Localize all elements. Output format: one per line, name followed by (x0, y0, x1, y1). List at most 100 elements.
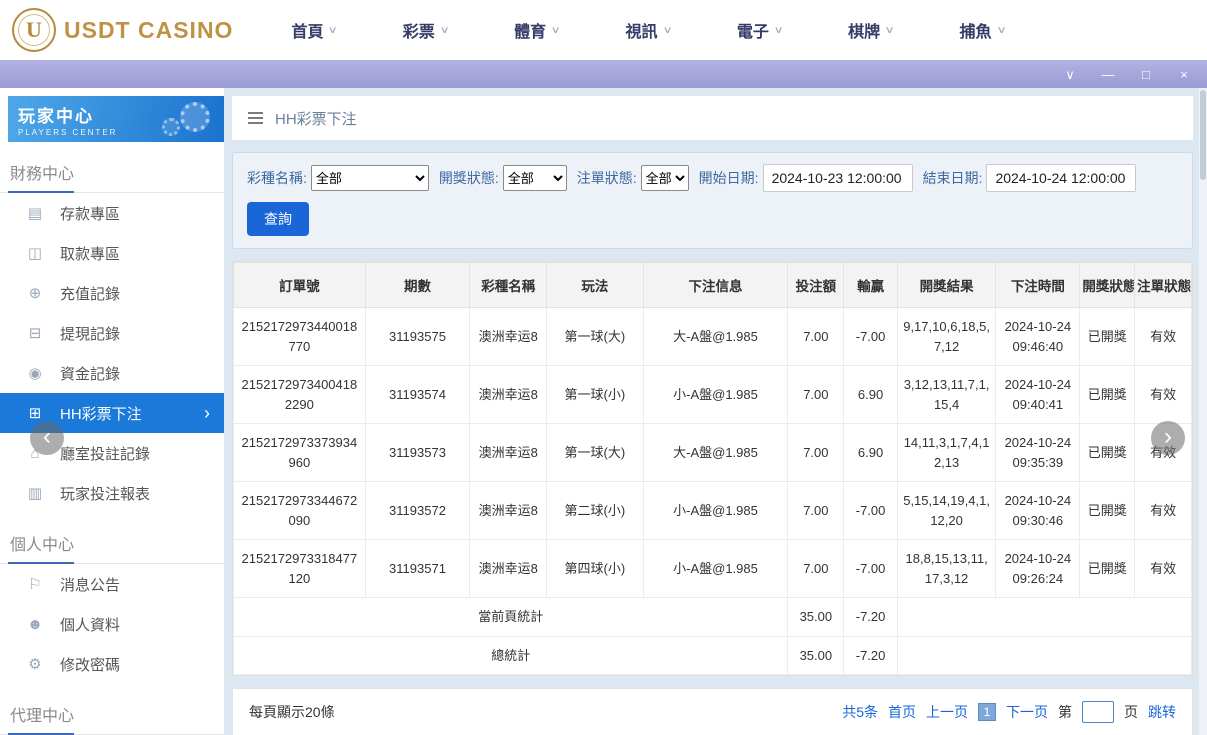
sidebar-item-label: 消息公告 (60, 576, 121, 594)
sidebar-item-label: 資金記錄 (60, 365, 121, 383)
cell-lottery: 澳洲幸运8 (469, 481, 548, 540)
cell-result: 3,12,13,11,7,1,15,4 (896, 365, 997, 424)
carousel-left-arrow-icon[interactable]: ‹ (30, 421, 64, 455)
end-date-input[interactable] (986, 164, 1137, 192)
draw-status-select[interactable]: 全部 (502, 165, 567, 191)
nav-item-electronic[interactable]: 電子 ∨ (736, 18, 784, 42)
deposit-card-icon: ▤ (27, 205, 43, 222)
nav-item-video[interactable]: 視訊 ∨ (625, 18, 673, 42)
jump-page-input[interactable] (1082, 701, 1114, 723)
gear-icon: ⚙ (28, 656, 42, 673)
sidebar-item-withdraw[interactable]: ◫ 取款專區 (0, 233, 224, 273)
column-header: 開獎狀態 (1079, 262, 1136, 308)
logo-text: USDT CASINO (64, 16, 234, 43)
sidebar-item-announcements[interactable]: ⚐ 消息公告 (0, 564, 224, 604)
current-page-button[interactable]: 1 (978, 703, 996, 721)
cell-order: 2152172973373934960 (233, 423, 366, 482)
summary-empty (896, 635, 1193, 675)
sidebar-item-profile[interactable]: ☻ 個人資料 (0, 604, 224, 644)
cell-play: 第二球(小) (546, 481, 644, 540)
summary-label: 總統計 (232, 635, 789, 675)
column-header: 注單狀態 (1134, 262, 1192, 308)
sidebar: 玩家中心 PLAYERS CENTER 財務中心 ▤ 存款專區 ◫ 取款專區 ⊕ 充值記錄 ⊟… (0, 88, 224, 735)
chevron-down-icon: ∨ (884, 24, 895, 36)
chevron-right-icon: › (204, 402, 210, 423)
summary-amount: 35.00 (787, 635, 845, 675)
lottery-name-select[interactable]: 全部 (310, 165, 429, 191)
nav-item-chess[interactable]: 棋牌 ∨ (848, 18, 895, 42)
lottery-bet-icon: ⊞ (28, 405, 42, 422)
start-date-input[interactable] (762, 164, 913, 192)
minimize-icon[interactable]: — (1101, 68, 1115, 81)
cell-draw_status: 已開獎 (1079, 481, 1136, 540)
cell-result: 9,17,10,6,18,5,7,12 (896, 307, 997, 366)
cell-lottery: 澳洲幸运8 (469, 423, 548, 482)
sidebar-item-change-password[interactable]: ⚙ 修改密碼 (0, 644, 224, 684)
sidebar-item-fund-records[interactable]: ◉ 資金記錄 (0, 353, 224, 393)
sidebar-item-cashout-records[interactable]: ⊟ 提現記錄 (0, 313, 224, 353)
sidebar-section-finance[interactable]: 財務中心 (0, 152, 224, 193)
chevron-down-icon: ∨ (662, 24, 673, 36)
cell-order: 21521729734004182290 (233, 365, 366, 424)
jump-suffix-label: 页 (1124, 704, 1138, 720)
bets-table-wrapper: 訂單號 期數 彩種名稱 玩法 下注信息 投注額 輸贏 開獎結果 下注時間 開獎狀態 注單狀態 215… (232, 261, 1193, 676)
chevron-down-icon: ∨ (996, 24, 1007, 36)
jump-button[interactable]: 跳转 (1148, 702, 1176, 722)
cell-lottery: 澳洲幸运8 (469, 307, 548, 366)
first-page-link[interactable]: 首页 (888, 702, 916, 722)
sidebar-item-player-bet-report[interactable]: ▥ 玩家投注報表 (0, 473, 224, 513)
column-header: 投注額 (787, 262, 845, 308)
table-footer: 每頁顯示20條 共5条 首页 上一页 1 下一页 第 页 跳转 (232, 688, 1193, 735)
chevron-down-icon: ∨ (439, 24, 450, 36)
user-icon: ☻ (27, 615, 43, 633)
cell-bet: 大-A盤@1.985 (642, 423, 789, 482)
total-count: 共5条 (842, 704, 878, 720)
column-header: 期數 (364, 262, 471, 308)
cell-order_status: 有效 (1134, 307, 1192, 366)
cell-period: 31193575 (364, 307, 471, 366)
sidebar-item-deposit[interactable]: ▤ 存款專區 (0, 193, 224, 233)
nav-item-fishing[interactable]: 捕魚 ∨ (960, 18, 1007, 42)
summary-winloss: -7.20 (843, 597, 898, 637)
breadcrumb-bar: HH彩票下注 (232, 96, 1193, 140)
cell-draw_status: 已開獎 (1079, 423, 1136, 482)
carousel-right-arrow-icon[interactable]: › (1151, 421, 1185, 455)
cell-play: 第一球(大) (546, 307, 644, 366)
sidebar-item-recharge-records[interactable]: ⊕ 充值記錄 (0, 273, 224, 313)
nav-item-label: 棋牌 (848, 24, 881, 41)
cell-winloss: 6.90 (843, 365, 898, 424)
prev-page-link[interactable]: 上一页 (926, 702, 968, 722)
table-row: 2152172973318477120 31193571 澳洲幸运8 第四球(小) 小-… (233, 539, 1192, 598)
sidebar-subtitle: PLAYERS CENTER (18, 128, 118, 137)
maximize-icon[interactable]: □ (1139, 68, 1153, 81)
page-size-label: 每頁顯示20條 (249, 704, 335, 720)
search-button[interactable]: 查詢 (247, 202, 309, 236)
nav-item-sports[interactable]: 體育 ∨ (514, 18, 561, 42)
order-status-select[interactable]: 全部 (640, 165, 689, 191)
cell-amount: 7.00 (787, 307, 845, 366)
summary-winloss: -7.20 (843, 635, 898, 675)
vertical-scrollbar[interactable] (1199, 88, 1207, 735)
sidebar-item-label: 修改密碼 (60, 656, 121, 674)
sidebar-item-label: 玩家投注報表 (60, 485, 151, 503)
scrollbar-thumb[interactable] (1200, 90, 1206, 180)
sidebar-item-label: 取款專區 (60, 245, 121, 263)
next-page-link[interactable]: 下一页 (1006, 702, 1048, 722)
menu-icon[interactable] (248, 112, 263, 124)
nav-item-lottery[interactable]: 彩票 ∨ (403, 18, 450, 42)
cell-amount: 7.00 (787, 365, 845, 424)
start-date-label: 開始日期: (698, 170, 759, 186)
sidebar-section-personal[interactable]: 個人中心 (0, 523, 224, 564)
sidebar-item-label: 個人資料 (60, 616, 121, 634)
sidebar-item-label: 充值記錄 (60, 285, 121, 303)
nav-item-label: 電子 (736, 24, 769, 41)
chevron-down-icon[interactable]: ∨ (1063, 68, 1077, 81)
table-row: 2152172973373934960 31193573 澳洲幸运8 第一球(大) 大-… (233, 423, 1192, 482)
logo[interactable]: U USDT CASINO (12, 8, 233, 52)
sidebar-section-agent[interactable]: 代理中心 (0, 694, 224, 735)
page-title: HH彩票下注 (275, 110, 357, 128)
nav-item-home[interactable]: 首頁 ∨ (291, 18, 338, 42)
column-header: 訂單號 (233, 262, 366, 308)
close-icon[interactable]: × (1177, 68, 1191, 81)
summary-empty (896, 597, 1193, 637)
